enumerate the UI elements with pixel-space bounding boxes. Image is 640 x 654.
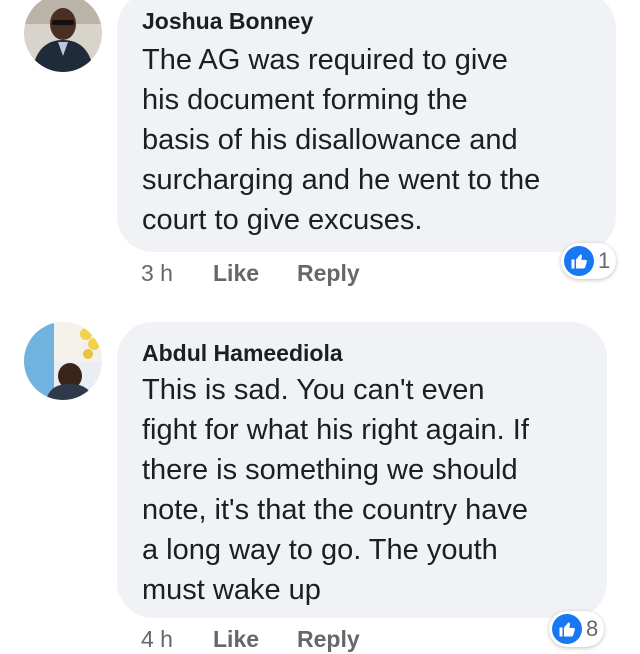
- comment-text: The AG was required to give his document…: [142, 44, 541, 236]
- avatar[interactable]: [24, 0, 102, 72]
- comment-item: Joshua Bonney The AG was required to giv…: [0, 0, 640, 300]
- comment-bubble: Joshua Bonney The AG was required to giv…: [117, 0, 616, 252]
- like-icon: [564, 246, 594, 276]
- like-button[interactable]: Like: [213, 626, 259, 653]
- like-button[interactable]: Like: [213, 260, 259, 287]
- avatar-image: [24, 322, 102, 400]
- reaction-count: 1: [598, 248, 611, 273]
- comment-item: Abdul Hameediola This is sad. You can't …: [0, 318, 640, 654]
- reaction-count: 8: [586, 616, 599, 641]
- comment-timestamp[interactable]: 3 h: [141, 260, 173, 287]
- avatar-image: [24, 0, 102, 72]
- comment-bubble: Abdul Hameediola This is sad. You can't …: [117, 322, 607, 618]
- reply-button[interactable]: Reply: [297, 626, 360, 653]
- reaction-summary[interactable]: 1: [561, 243, 617, 279]
- avatar[interactable]: [24, 322, 102, 400]
- reaction-summary[interactable]: 8: [549, 611, 605, 647]
- comment-text: This is sad. You can't even fight for wh…: [142, 374, 529, 606]
- reply-button[interactable]: Reply: [297, 260, 360, 287]
- comment-author[interactable]: Joshua Bonney: [142, 8, 313, 35]
- comment-timestamp[interactable]: 4 h: [141, 626, 173, 653]
- comment-author[interactable]: Abdul Hameediola: [142, 340, 343, 367]
- like-icon: [552, 614, 582, 644]
